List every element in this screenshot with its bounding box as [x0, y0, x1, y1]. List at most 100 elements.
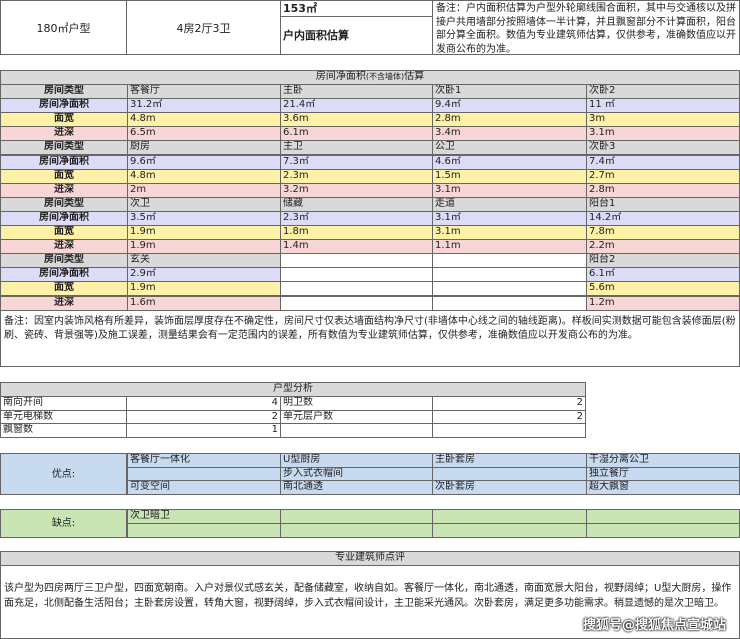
room-cell: 储藏 [280, 196, 433, 212]
pros-cell-text: 超大飘窗 [589, 481, 629, 493]
room-cell: 3.1m [586, 126, 740, 142]
cons-label: 缺点: [0, 509, 127, 538]
room-cell: 14.2㎡ [586, 210, 740, 226]
room-cell-text: 3.5㎡ [130, 211, 156, 223]
pros-cell: 主卧套房 [432, 453, 587, 468]
room-cell: 1.6m [127, 295, 281, 311]
room-cell: 2.3㎡ [280, 210, 433, 226]
room-cell: 3.1m [432, 225, 587, 241]
room-cell: 3.6m [280, 112, 433, 128]
room-cell-text: 6.1㎡ [589, 268, 615, 280]
room-cell: 1.2m [586, 295, 740, 311]
room-cell-text: 主卫 [283, 141, 303, 153]
area-label: 户内面积估算 [283, 29, 349, 42]
room-cell: 1.1m [432, 239, 587, 255]
analysis-label-text: 飘窗数 [3, 424, 33, 435]
room-row-label-text: 进深 [54, 183, 74, 195]
pros-cell-text: 次卧套房 [435, 481, 475, 493]
room-cell-text: 9.4㎡ [435, 99, 461, 111]
pros-cell [432, 466, 587, 482]
analysis-label: 南向开间 [0, 396, 127, 411]
cons-cell [280, 523, 433, 538]
room-cell: 6.1m [280, 126, 433, 142]
room-cell-text: 1.9m [130, 282, 156, 294]
analysis-value2-text: 2 [576, 410, 583, 422]
room-cell: 1.5m [432, 168, 587, 184]
room-cell-text: 1.8m [283, 226, 309, 237]
room-cell: 厨房 [127, 140, 281, 156]
analysis-label-text: 南向开间 [3, 397, 43, 408]
analysis-value-text: 1 [271, 424, 278, 435]
room-cell: 7.4㎡ [586, 154, 740, 170]
cons-cell [586, 509, 740, 524]
pros-cell-text: 主卧套房 [435, 454, 475, 465]
room-cell [432, 295, 587, 311]
room-cell: 次卧2 [586, 84, 740, 100]
pros-cell: U型厨房 [280, 453, 433, 468]
area-note-cell: 备注：户内面积估算为户型外轮廓线围合面积，其中与交通核以及拼接户共用墙部分按照墙… [432, 0, 740, 55]
room-row-label: 房间类型 [0, 84, 128, 100]
room-cell-text: 7.8m [589, 226, 615, 237]
room-cell-text: 走道 [435, 197, 455, 209]
analysis-value-text: 4 [271, 397, 278, 408]
room-row-label-text: 面宽 [54, 169, 74, 181]
layout-cell: 4房2厅3卫 [126, 0, 281, 55]
room-row-label: 房间类型 [0, 140, 128, 156]
pros-cell: 可变空间 [127, 480, 281, 496]
room-cell: 6.1㎡ [586, 267, 740, 283]
room-row-label: 房间类型 [0, 196, 128, 212]
room-cell-text: 7.4㎡ [589, 155, 615, 167]
room-cell-text: 储藏 [283, 197, 303, 209]
room-cell: 2m [127, 182, 281, 198]
room-cell: 阳台2 [586, 253, 740, 269]
room-cell [432, 281, 587, 297]
room-row-label-text: 房间类型 [44, 197, 84, 209]
pros-cell-text: 客餐厅一体化 [130, 454, 190, 465]
room-cell: 2.8m [586, 182, 740, 198]
room-row-label: 面宽 [0, 281, 128, 297]
area-value-cell: 153㎡ [280, 0, 433, 17]
analysis-label-text: 单元电梯数 [3, 410, 53, 422]
cons-cell [586, 523, 740, 538]
room-cell: 客餐厅 [127, 84, 281, 100]
room-cell-text: 3.1m [435, 183, 461, 195]
room-table-title: 房间净面积(不含墙体)估算 [0, 70, 740, 85]
analysis-label2: 明卫数 [280, 396, 433, 411]
cons-cell: 次卫暗卫 [127, 509, 281, 524]
analysis-value2: 2 [432, 396, 586, 411]
room-row-label: 进深 [0, 239, 128, 255]
room-cell: 主卧 [280, 84, 433, 100]
room-cell: 1.9m [127, 225, 281, 241]
pros-cell-text: 步入式衣帽间 [283, 467, 343, 479]
room-note: 备注：因室内装饰风格有所差异，装饰面层厚度存在不确定性，房间尺寸仅表达墙面结构净… [4, 316, 736, 341]
room-cell: 玄关 [127, 253, 281, 269]
room-row-label-text: 房间净面积 [39, 211, 89, 223]
room-cell-text: 4.8m [130, 169, 156, 181]
room-cell: 2.2m [586, 239, 740, 255]
room-cell-text: 3.4m [435, 127, 461, 139]
analysis-value: 4 [126, 396, 281, 411]
room-cell-text: 3.1m [435, 226, 461, 237]
room-cell-text: 次卧3 [589, 141, 616, 153]
room-cell-text: 阳台2 [589, 254, 616, 266]
pros-label: 优点: [0, 453, 127, 496]
room-cell-text: 4.6㎡ [435, 155, 461, 167]
room-row-label-text: 进深 [54, 127, 74, 139]
room-cell: 1.4m [280, 239, 433, 255]
room-cell-text: 9.6㎡ [130, 155, 156, 167]
room-cell [432, 267, 587, 283]
room-row-label-text: 房间类型 [44, 141, 84, 153]
room-cell-text: 2.8m [589, 183, 615, 195]
room-cell [280, 281, 433, 297]
room-cell-text: 2.8m [435, 113, 461, 125]
room-cell: 2.3m [280, 168, 433, 184]
room-cell-text: 3.2m [283, 183, 309, 195]
pros-label-text: 优点: [51, 469, 76, 480]
room-cell: 21.4㎡ [280, 98, 433, 114]
room-cell: 3.5㎡ [127, 210, 281, 226]
pros-cell-text: 可变空间 [130, 481, 170, 493]
room-cell-text: 1.4m [283, 240, 309, 252]
room-cell: 4.8m [127, 112, 281, 128]
room-row-label-text: 面宽 [54, 113, 74, 125]
room-row-label-text: 房间净面积 [39, 99, 89, 111]
